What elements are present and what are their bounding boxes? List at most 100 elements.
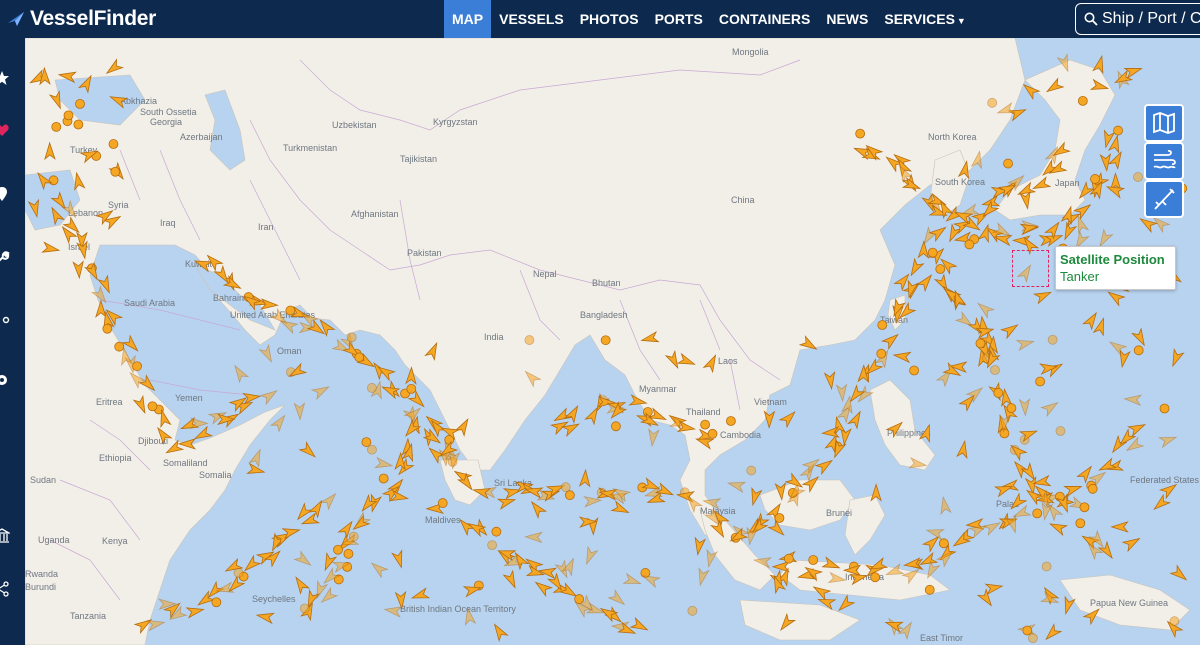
search-box[interactable]: [1075, 3, 1200, 35]
map-label: Uganda: [38, 535, 70, 545]
vessel-stationary-marker[interactable]: [935, 264, 946, 274]
vessel-stationary-marker[interactable]: [361, 437, 372, 447]
nav-tab-containers[interactable]: CONTAINERS: [711, 0, 819, 38]
vessel-stationary-marker[interactable]: [564, 490, 575, 501]
vessel-stationary-marker[interactable]: [1027, 633, 1038, 644]
map-label: Azerbaijan: [180, 132, 223, 142]
vessel-stationary-marker[interactable]: [707, 428, 718, 439]
vessel-stationary-marker[interactable]: [909, 365, 919, 376]
vessel-stationary-marker[interactable]: [491, 526, 502, 537]
selected-vessel-marker[interactable]: [1012, 250, 1049, 287]
nav-tab-map[interactable]: MAP: [444, 0, 492, 38]
vessel-stationary-marker[interactable]: [1133, 345, 1144, 356]
vessel-stationary-marker[interactable]: [211, 597, 222, 608]
map-pin-icon[interactable]: [0, 186, 10, 202]
vessel-stationary-marker[interactable]: [406, 383, 417, 394]
vessel-stationary-marker[interactable]: [343, 548, 354, 559]
vessel-stationary-marker[interactable]: [687, 605, 698, 616]
vessel-stationary-marker[interactable]: [1003, 158, 1013, 169]
vessel-stationary-marker[interactable]: [63, 110, 74, 121]
vessel-stationary-marker[interactable]: [964, 239, 975, 250]
vessel-stationary-marker[interactable]: [367, 444, 377, 455]
vessel-stationary-marker[interactable]: [938, 538, 949, 549]
vessel-stationary-marker[interactable]: [1159, 403, 1170, 414]
vessel-stationary-marker[interactable]: [132, 361, 142, 372]
vessel-stationary-marker[interactable]: [783, 553, 794, 564]
vessel-stationary-marker[interactable]: [876, 348, 887, 359]
star-icon[interactable]: [0, 70, 10, 86]
vessel-stationary-marker[interactable]: [1055, 426, 1066, 436]
vessel-stationary-marker[interactable]: [870, 572, 881, 583]
vessel-stationary-marker[interactable]: [700, 419, 711, 430]
heart-icon[interactable]: [0, 122, 10, 138]
vessel-stationary-marker[interactable]: [1133, 172, 1143, 182]
measure-tool-button[interactable]: [1144, 180, 1184, 218]
vessel-stationary-marker[interactable]: [877, 320, 888, 330]
vessel-stationary-marker[interactable]: [560, 482, 571, 493]
vessel-stationary-marker[interactable]: [1035, 376, 1046, 387]
vessel-stationary-marker[interactable]: [1169, 616, 1180, 627]
vessel-stationary-marker[interactable]: [808, 555, 819, 565]
vessel-stationary-marker[interactable]: [147, 401, 158, 412]
nav-tab-news[interactable]: NEWS: [818, 0, 876, 38]
vessel-stationary-marker[interactable]: [855, 128, 866, 139]
vessel-stationary-marker[interactable]: [75, 98, 85, 109]
share-icon[interactable]: [0, 312, 10, 328]
vessel-stationary-marker[interactable]: [285, 305, 296, 316]
vessel-stationary-marker[interactable]: [927, 247, 938, 258]
map-label: Japan: [1055, 178, 1080, 188]
vessel-stationary-marker[interactable]: [114, 341, 125, 352]
nav-tab-photos[interactable]: PHOTOS: [572, 0, 647, 38]
vessel-stationary-marker[interactable]: [378, 473, 389, 484]
vessel-stationary-marker[interactable]: [574, 594, 585, 604]
nav-tab-vessels[interactable]: VESSELS: [491, 0, 572, 38]
vessel-stationary-marker[interactable]: [600, 335, 611, 346]
vessel-stationary-marker[interactable]: [48, 175, 59, 186]
vesselfinder-logo[interactable]: VesselFinder: [6, 6, 156, 32]
map-label: Burundi: [25, 582, 56, 592]
vessel-stationary-marker[interactable]: [1090, 174, 1100, 184]
bank-icon[interactable]: [0, 528, 10, 544]
vessel-stationary-marker[interactable]: [1075, 518, 1086, 529]
vessel-map[interactable]: Mongolia Abkhazia South Ossetia Georgia …: [25, 38, 1200, 645]
vessel-stationary-marker[interactable]: [993, 388, 1004, 398]
vessel-stationary-marker[interactable]: [110, 166, 121, 177]
vessel-stationary-marker[interactable]: [346, 332, 357, 343]
vessel-stationary-marker[interactable]: [333, 544, 343, 555]
gear-icon[interactable]: [0, 372, 10, 388]
share-icon[interactable]: [0, 581, 10, 597]
vessel-stationary-marker[interactable]: [1006, 403, 1017, 414]
vessel-stationary-marker[interactable]: [299, 603, 310, 614]
vessel-stationary-marker[interactable]: [975, 338, 986, 349]
vessel-stationary-marker[interactable]: [1022, 625, 1033, 636]
weather-layer-button[interactable]: [1144, 142, 1184, 180]
vessel-stationary-marker[interactable]: [1041, 561, 1052, 572]
vessel-stationary-marker[interactable]: [1113, 125, 1123, 136]
vessel-stationary-marker[interactable]: [726, 416, 736, 426]
vessel-stationary-marker[interactable]: [924, 584, 935, 595]
vessel-stationary-marker[interactable]: [108, 139, 119, 149]
vessel-stationary-marker[interactable]: [1032, 508, 1043, 519]
vessel-stationary-marker[interactable]: [746, 465, 757, 476]
vessel-stationary-marker[interactable]: [51, 122, 62, 132]
vessel-stationary-marker[interactable]: [1087, 483, 1098, 494]
vessel-stationary-marker[interactable]: [987, 97, 998, 108]
vessel-stationary-marker[interactable]: [524, 335, 535, 345]
vessel-stationary-marker[interactable]: [102, 323, 113, 334]
vessel-stationary-marker[interactable]: [1079, 502, 1090, 513]
vessel-stationary-marker[interactable]: [367, 383, 377, 393]
wrench-icon[interactable]: [0, 250, 10, 266]
nav-tab-services[interactable]: SERVICES ▼: [876, 0, 973, 38]
vessel-stationary-marker[interactable]: [1047, 334, 1058, 345]
vessel-stationary-marker[interactable]: [611, 421, 621, 432]
vessel-stationary-marker[interactable]: [990, 365, 1000, 375]
vessel-stationary-marker[interactable]: [73, 119, 84, 130]
vessel-stationary-marker[interactable]: [233, 567, 244, 578]
nav-tab-ports[interactable]: PORTS: [647, 0, 711, 38]
vessel-stationary-marker[interactable]: [1077, 95, 1088, 106]
map-canvas[interactable]: Mongolia Abkhazia South Ossetia Georgia …: [25, 38, 1200, 645]
vessel-stationary-marker[interactable]: [487, 540, 498, 551]
search-input[interactable]: [1102, 10, 1200, 28]
vessel-stationary-marker[interactable]: [437, 498, 448, 508]
map-layers-button[interactable]: [1144, 104, 1184, 142]
